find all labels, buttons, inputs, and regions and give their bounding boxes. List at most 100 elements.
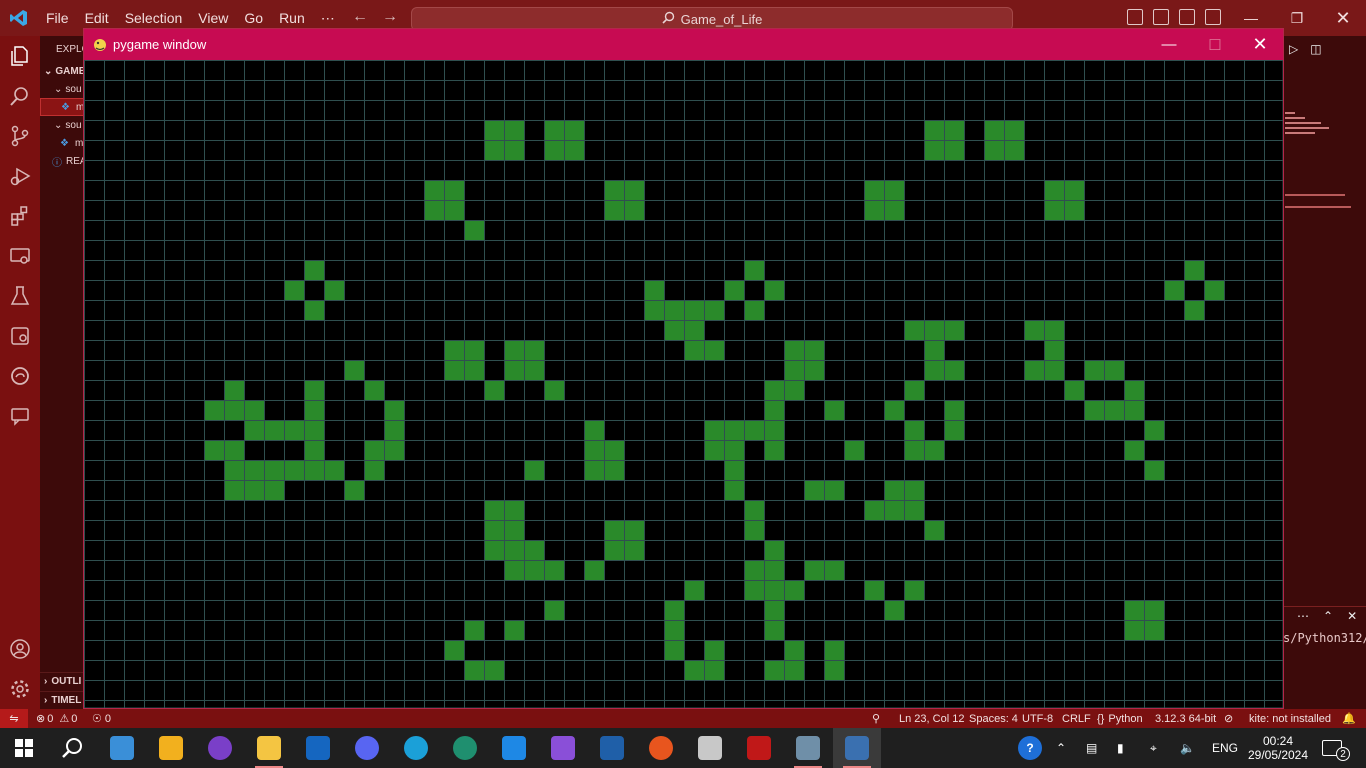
visual-studio-icon[interactable] xyxy=(539,728,587,768)
battery-icon[interactable]: ▮ xyxy=(1117,728,1124,768)
edge-icon[interactable] xyxy=(392,728,440,768)
comments-icon[interactable] xyxy=(0,396,40,436)
extensions-icon[interactable] xyxy=(0,196,40,236)
live-cell xyxy=(624,540,644,560)
input-language[interactable]: ENG xyxy=(1212,728,1238,768)
panel-more-icon[interactable]: ⋯ xyxy=(1297,609,1309,623)
live-cell xyxy=(764,560,784,580)
store-icon[interactable] xyxy=(147,728,195,768)
folder-source-1[interactable]: ⌄ sou xyxy=(40,80,86,98)
workspace-folder[interactable]: ⌄ GAME xyxy=(40,62,86,80)
terminal-text: s/Python312/p xyxy=(1283,631,1366,645)
live-cell xyxy=(1204,280,1224,300)
problems-indicator[interactable]: ⊗ 0 ⚠ 0 xyxy=(36,709,77,728)
settings-gear-icon[interactable] xyxy=(0,669,40,709)
notification-center-icon[interactable]: 2 xyxy=(1322,728,1356,768)
virtualbox-icon[interactable] xyxy=(588,728,636,768)
outline-section[interactable]: › OUTLI xyxy=(40,672,86,690)
activity-bar xyxy=(0,36,40,709)
live-cell xyxy=(1184,260,1204,280)
indentation[interactable]: Spaces: 4 xyxy=(969,709,1018,728)
file-explorer-icon[interactable] xyxy=(245,728,293,768)
live-cell xyxy=(824,640,844,660)
wifi-icon[interactable]: ⌖ xyxy=(1150,728,1157,768)
readme-file[interactable]: ⓘ REA xyxy=(40,152,86,170)
python-interpreter[interactable]: 3.12.3 64-bit xyxy=(1155,709,1216,728)
vscode-close-icon[interactable]: ✕ xyxy=(1320,0,1366,36)
timeline-section[interactable]: › TIMEL xyxy=(40,691,86,709)
live-cell xyxy=(264,480,284,500)
toggle-secondary-sidebar-icon[interactable] xyxy=(1179,9,1195,25)
ports-indicator[interactable]: ☉ 0 xyxy=(92,709,111,728)
kite-eye-icon[interactable]: ⊘ xyxy=(1224,709,1233,728)
live-cell xyxy=(764,540,784,560)
back-arrow-icon[interactable]: ← xyxy=(352,8,368,26)
live-cell xyxy=(1044,360,1064,380)
live-cell xyxy=(224,400,244,420)
menu-file[interactable]: File xyxy=(38,10,77,26)
edge-dev-icon[interactable] xyxy=(441,728,489,768)
python-icon[interactable] xyxy=(833,728,881,768)
media-player-icon[interactable] xyxy=(196,728,244,768)
image-app-icon[interactable] xyxy=(784,728,832,768)
toggle-sidebar-icon[interactable] xyxy=(1127,9,1143,25)
split-editor-icon[interactable]: ◫ xyxy=(1310,42,1321,56)
menu-go[interactable]: Go xyxy=(236,10,271,26)
tray-app-icon[interactable]: ▤ xyxy=(1086,728,1097,768)
terminal-icon[interactable] xyxy=(686,728,734,768)
show-hidden-icons-icon[interactable]: ⌃ xyxy=(1056,728,1066,768)
menu-view[interactable]: View xyxy=(190,10,236,26)
help-icon[interactable]: ? xyxy=(1018,728,1042,768)
panel-maximize-icon[interactable]: ⌃ xyxy=(1323,609,1333,623)
accounts-icon[interactable] xyxy=(0,629,40,669)
menu-edit[interactable]: Edit xyxy=(77,10,117,26)
cursor-position[interactable]: Ln 23, Col 12 xyxy=(899,709,964,728)
run-debug-icon[interactable] xyxy=(0,156,40,196)
file-item-selected[interactable]: ❖ m xyxy=(40,98,86,116)
game-of-life-grid[interactable] xyxy=(84,60,1283,708)
live-cell xyxy=(924,440,944,460)
notifications-bell-icon[interactable]: 🔔 xyxy=(1342,709,1356,728)
file-item[interactable]: ❖ m xyxy=(40,134,86,152)
encoding[interactable]: UTF-8 xyxy=(1022,709,1053,728)
customize-layout-icon[interactable] xyxy=(1205,9,1221,25)
pygame-minimize-icon[interactable]: — xyxy=(1146,29,1192,60)
menu-more[interactable]: ⋯ xyxy=(313,10,343,27)
minimap[interactable] xyxy=(1285,112,1355,208)
source-control-icon[interactable] xyxy=(0,116,40,156)
run-python-file-icon[interactable]: ▷ xyxy=(1289,42,1298,56)
live-cell xyxy=(484,500,504,520)
end-of-line[interactable]: CRLF xyxy=(1062,709,1091,728)
pygame-title-bar[interactable]: pygame window — ☐ ✕ xyxy=(84,29,1283,60)
docker-icon[interactable] xyxy=(0,316,40,356)
filezilla-icon[interactable] xyxy=(735,728,783,768)
menu-run[interactable]: Run xyxy=(271,10,313,26)
panel-close-icon[interactable]: ✕ xyxy=(1347,609,1357,623)
menu-selection[interactable]: Selection xyxy=(117,10,191,26)
widgets-icon[interactable] xyxy=(98,728,146,768)
pygame-close-icon[interactable]: ✕ xyxy=(1237,29,1283,60)
live-cell xyxy=(664,620,684,640)
ubuntu-icon[interactable] xyxy=(637,728,685,768)
language-mode[interactable]: {} Python xyxy=(1097,709,1143,728)
kite-status[interactable]: kite: not installed xyxy=(1249,709,1331,728)
remote-indicator-icon[interactable]: ⇋ xyxy=(0,709,28,728)
warning-icon: ⚠ xyxy=(59,713,70,725)
forward-arrow-icon[interactable]: → xyxy=(382,8,398,26)
zoom-icon[interactable]: ⚲ xyxy=(872,709,880,728)
testing-icon[interactable] xyxy=(0,276,40,316)
windows-start-icon[interactable] xyxy=(0,728,48,768)
taskbar-search-icon[interactable] xyxy=(48,728,96,768)
outlook-icon[interactable] xyxy=(294,728,342,768)
clock[interactable]: 00:24 29/05/2024 xyxy=(1248,728,1308,768)
vscode-icon[interactable] xyxy=(490,728,538,768)
volume-icon[interactable]: 🔈 xyxy=(1180,728,1195,768)
toggle-panel-icon[interactable] xyxy=(1153,9,1169,25)
live-cell xyxy=(444,180,464,200)
discord-icon[interactable] xyxy=(343,728,391,768)
edge-devtools-icon[interactable] xyxy=(0,356,40,396)
remote-explorer-icon[interactable] xyxy=(0,236,40,276)
search-sidebar-icon[interactable] xyxy=(0,76,40,116)
folder-source-2[interactable]: ⌄ sou xyxy=(40,116,86,134)
explorer-icon[interactable] xyxy=(0,36,40,76)
